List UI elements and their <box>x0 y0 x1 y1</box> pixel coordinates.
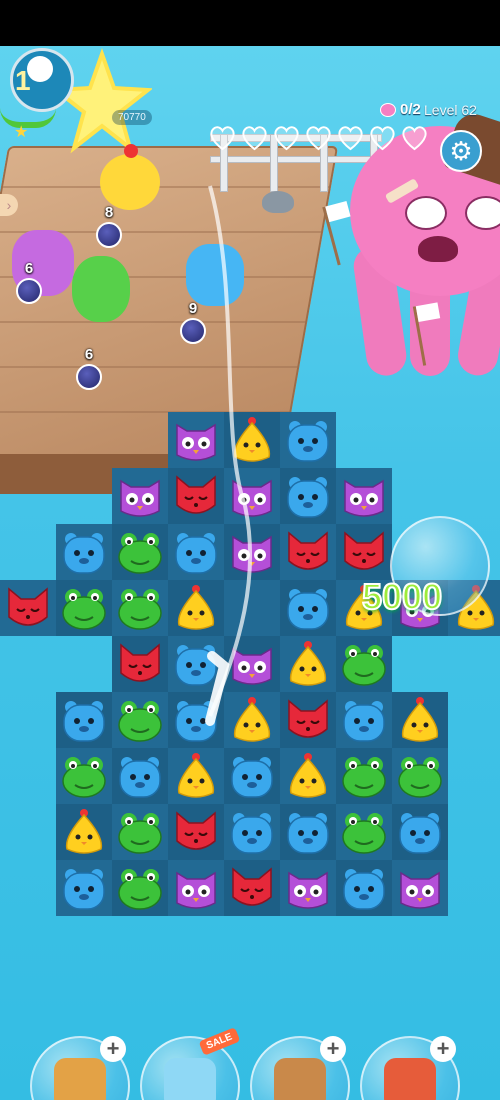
chick-tile[interactable] <box>168 748 224 804</box>
bear-tile[interactable] <box>224 748 280 804</box>
frog-tile[interactable] <box>336 748 392 804</box>
frog-tile[interactable] <box>112 860 168 916</box>
bear-tile[interactable] <box>224 804 280 860</box>
hammer-icon <box>54 1058 106 1100</box>
bear-tile[interactable] <box>56 860 112 916</box>
add-booster-button[interactable]: + <box>430 1036 456 1062</box>
chick-tile[interactable] <box>280 748 336 804</box>
chick-tile[interactable] <box>56 804 112 860</box>
frog-tile[interactable] <box>336 636 392 692</box>
fox-tile[interactable] <box>224 860 280 916</box>
fox-tile[interactable] <box>336 524 392 580</box>
bear-tile[interactable] <box>56 692 112 748</box>
bear-tile[interactable] <box>280 804 336 860</box>
swirl-icon <box>164 1058 216 1100</box>
owl-tile[interactable] <box>392 860 448 916</box>
bear-icon <box>274 1058 326 1100</box>
chick-tile[interactable] <box>392 692 448 748</box>
owl-tile[interactable] <box>336 468 392 524</box>
combo-score: 5000 <box>361 575 443 618</box>
bear-tile[interactable] <box>392 804 448 860</box>
add-booster-button[interactable]: + <box>320 1036 346 1062</box>
game-scene: 1 ★ 70770 › 8 6 6 9 0/2 Level 62 ⚙ 5000 … <box>0 46 500 1100</box>
bear-tile[interactable] <box>112 748 168 804</box>
swap-icon <box>384 1058 436 1100</box>
frog-tile[interactable] <box>56 748 112 804</box>
fox-tile[interactable] <box>168 804 224 860</box>
frog-tile[interactable] <box>112 804 168 860</box>
status-bar <box>0 0 500 46</box>
bear-tile[interactable] <box>336 860 392 916</box>
frog-tile[interactable] <box>56 580 112 636</box>
add-booster-button[interactable]: + <box>100 1036 126 1062</box>
owl-tile[interactable] <box>280 860 336 916</box>
swipe-trail <box>205 185 253 726</box>
frog-tile[interactable] <box>336 804 392 860</box>
bear-tile[interactable] <box>336 692 392 748</box>
fox-tile[interactable] <box>0 580 56 636</box>
bear-tile[interactable] <box>56 524 112 580</box>
frog-tile[interactable] <box>392 748 448 804</box>
owl-tile[interactable] <box>168 860 224 916</box>
